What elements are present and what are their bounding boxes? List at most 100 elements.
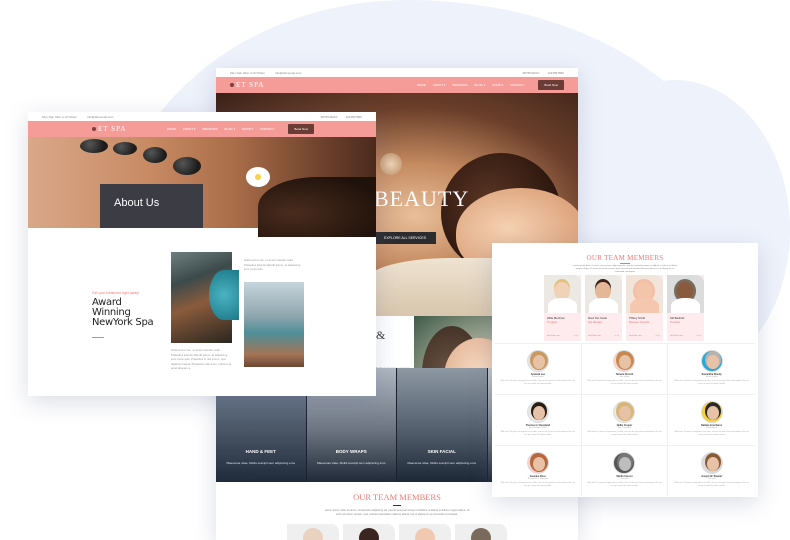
social-icons[interactable]: in f y <box>615 335 619 337</box>
team-card[interactable] <box>399 524 451 540</box>
member-role: Senior Stylist <box>531 376 544 378</box>
nav-item-contact[interactable]: Contact <box>260 127 274 131</box>
team-member[interactable]: Amanda Lee Senior Stylist With over 10 yea… <box>495 343 582 394</box>
avatar <box>700 350 723 372</box>
member-role: Hair Stylist <box>619 376 630 378</box>
social-icons[interactable]: in f y <box>574 335 578 337</box>
member-desc: With over 10 years of experience to offe… <box>500 431 575 436</box>
nav-item-blog[interactable]: Blog ▾ <box>475 83 486 87</box>
explore-services-button[interactable]: Explore All Services <box>374 232 437 244</box>
social-icons[interactable]: in f y <box>656 335 660 337</box>
nav-item-blog[interactable]: Blog ▾ <box>225 127 236 131</box>
team-member[interactable]: Joseph W. Stewart Therapist With over 10 y… <box>668 445 755 496</box>
hours-text: Mon-Sat: 9Am to 07:00pm <box>42 114 78 119</box>
team-card[interactable] <box>287 524 339 540</box>
headline: Award Winning NewYork Spa <box>92 297 154 328</box>
nav-item-shop[interactable]: Shop ▾ <box>492 83 503 87</box>
banner-title-box: About Us <box>100 184 203 228</box>
logo-text: ET SPA <box>98 125 127 133</box>
team-member[interactable]: Samantha Woody Senior Stylist With over 10… <box>668 343 755 394</box>
avatar <box>613 401 636 423</box>
phone-text: 9876543210 <box>320 114 338 119</box>
team-card[interactable] <box>343 524 395 540</box>
book-now-button[interactable]: Book Now <box>538 80 564 90</box>
logo[interactable]: ET SPA <box>92 125 126 133</box>
book-now-button[interactable]: Book Now <box>288 124 314 134</box>
service-name: Body Wraps <box>335 449 367 454</box>
navbar: ET SPA Home About ▾ Services Blog ▾ Shop… <box>216 77 578 93</box>
member-email[interactable]: info@abc.com <box>588 335 601 337</box>
hero-image <box>258 177 376 237</box>
social-icons[interactable]: in f y <box>697 335 701 337</box>
avatar <box>700 452 723 474</box>
member-desc: With over 10 years of experience to offe… <box>674 482 749 487</box>
member-desc: With over 10 years of experience to offe… <box>587 380 662 385</box>
member-role: Massage Therapist <box>629 321 650 324</box>
member-email[interactable]: info@abc.com <box>547 335 560 337</box>
team-member[interactable]: Nellie Cooper Spa Consultant With over 10 … <box>581 394 669 445</box>
phone-text: 9876543210 <box>522 70 540 75</box>
member-email[interactable]: info@abc.com <box>670 335 683 337</box>
member-role: Therapist <box>670 321 680 324</box>
member-role: Accountant & Sales <box>529 427 547 429</box>
service-name: Hand & Feet <box>245 449 276 454</box>
member-role: Spa Consultant <box>617 427 632 429</box>
nav-item-home[interactable]: Home <box>167 127 176 131</box>
avatar <box>613 350 636 372</box>
member-desc: With over 10 years of experience to offe… <box>674 431 749 436</box>
nav-item-home[interactable]: Home <box>417 83 426 87</box>
team-card[interactable]: Tiffany Smith Massage Therapist info@abc… <box>626 275 663 341</box>
phone-text: 1234567890 <box>345 114 362 119</box>
team-member[interactable]: Tamara Norcott Hair Stylist With over 10 y… <box>581 343 669 394</box>
nav-item-about[interactable]: About ▾ <box>183 127 196 131</box>
paragraph: Nulla sed ex leo, ut amet molestie nulla… <box>244 258 301 271</box>
flower-image <box>246 167 270 187</box>
member-desc: With over 10 years of experience to offe… <box>500 482 575 487</box>
massage-photo <box>244 282 304 367</box>
member-desc: With over 10 years of experience to offe… <box>587 431 662 436</box>
logo-icon <box>92 127 96 131</box>
team-member[interactable]: Martin Carson Therapist With over 10 years… <box>581 445 669 496</box>
team-card[interactable]: Siti Badriah Therapist info@abc.com in f … <box>667 275 704 341</box>
service-desc: Maecenas vitae, Mollis suscipit sem adip… <box>316 460 386 465</box>
main-nav: Home About ▾ Services Blog ▾ Shop ▾ Cont… <box>417 83 525 87</box>
team-card[interactable] <box>455 524 507 540</box>
member-role: Therapist <box>547 321 557 324</box>
eyebrow-text: Get your treatment right away! <box>92 291 140 295</box>
hot-stone-image <box>173 157 201 175</box>
email-text: info@abcemail.com <box>275 70 302 75</box>
member-name: Tiffany Smith <box>629 316 646 320</box>
member-email[interactable]: info@abc.com <box>629 335 642 337</box>
member-role: Spa Manager <box>588 321 603 324</box>
team-card[interactable]: Wilia Menfrow Therapist info@abc.com in f… <box>544 275 581 341</box>
nav-item-services[interactable]: Services <box>452 83 467 87</box>
team-grid: Amanda Lee Senior Stylist With over 10 yea… <box>495 343 755 496</box>
hot-stone-image <box>113 142 137 155</box>
team-member[interactable]: Jasmine Ross Beautician & Therapist With o… <box>495 445 582 496</box>
team-member[interactable]: Thomas H. Cleveland Accountant & Sales Wit… <box>495 394 582 445</box>
about-page-preview: Mon-Sat: 9Am to 07:00pm info@abcemail.co… <box>28 112 376 396</box>
section-subtitle: Lorem ipsum dolor sit amet, consectetur … <box>572 265 678 274</box>
massage-photo <box>171 252 239 343</box>
team-member[interactable]: Natalie Goncharov Receptionist With over 1… <box>668 394 755 445</box>
member-role: Therapist <box>620 478 629 480</box>
navbar: ET SPA Home About ▾ Services Blog ▾ Shop… <box>28 121 376 137</box>
phone-text: 1234567890 <box>547 70 564 75</box>
logo[interactable]: ET SPA <box>230 81 264 89</box>
hot-stone-image <box>80 139 108 153</box>
avatar <box>526 452 549 474</box>
team-card[interactable]: Dora Tan Kwok Spa Manager info@abc.com in… <box>585 275 622 341</box>
service-card[interactable]: Skin Facial Maecenas vitae, Mollis susci… <box>397 368 488 482</box>
hours-text: Mon-Sat: 9Am to 07:00pm <box>230 70 266 75</box>
nav-item-about[interactable]: About ▾ <box>433 83 446 87</box>
nav-item-services[interactable]: Services <box>202 127 217 131</box>
service-name: Skin Facial <box>427 449 456 454</box>
nav-item-shop[interactable]: Shop ▾ <box>242 127 253 131</box>
section-heading-fragment: & <box>376 328 386 342</box>
member-role: Therapist <box>707 478 716 480</box>
team-page-preview: OUR TEAM MEMBERS Lorem ipsum dolor sit a… <box>492 243 758 497</box>
divider <box>620 263 630 264</box>
member-desc: With over 10 years of experience to offe… <box>500 380 575 385</box>
divider <box>92 337 104 338</box>
nav-item-contact[interactable]: Contact <box>510 83 524 87</box>
